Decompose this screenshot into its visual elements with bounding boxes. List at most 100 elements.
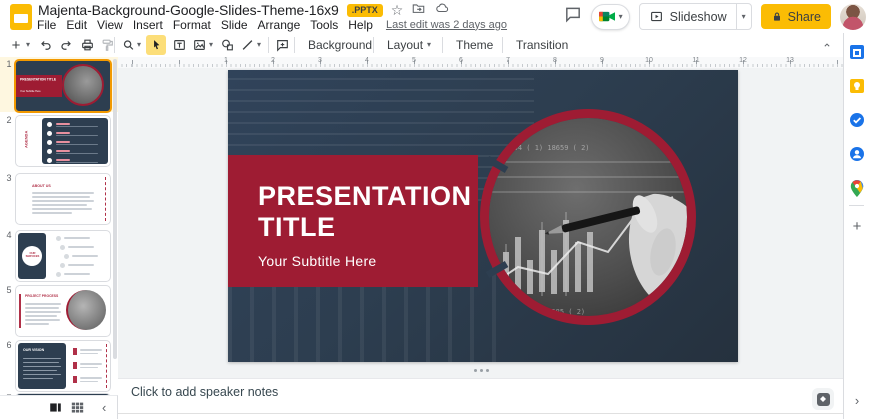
select-tool-button[interactable] xyxy=(146,35,166,55)
collapse-filmstrip-icon[interactable]: ‹ xyxy=(102,401,106,414)
slide-thumbnail-row-2[interactable]: 2 AGENDA xyxy=(0,113,118,168)
slideshow-button[interactable]: Slideshow ▾ xyxy=(639,3,752,30)
explore-button[interactable] xyxy=(812,388,834,410)
print-button[interactable] xyxy=(78,33,96,57)
undo-button[interactable] xyxy=(36,33,54,57)
filmstrip-bottom-bar: ‹ xyxy=(0,395,118,419)
slide-number: 6 xyxy=(3,340,15,350)
share-label: Share xyxy=(788,10,821,24)
transition-label: Transition xyxy=(516,38,568,52)
slide-6-thumbnail[interactable]: OUR VISION xyxy=(15,340,111,392)
slideshow-caret-icon: ▾ xyxy=(742,13,746,21)
slide-circle-image[interactable]: 18594 ( 1) 18659 ( 2) 18585 ( 2) xyxy=(473,102,703,332)
new-slide-caret-icon: ▾ xyxy=(26,41,30,49)
menu-file[interactable]: File xyxy=(32,18,61,32)
contacts-icon[interactable] xyxy=(848,145,866,163)
menu-help[interactable]: Help xyxy=(343,18,378,32)
image-caret-dropdown[interactable]: ▾ xyxy=(206,33,216,57)
google-slides-app: Majenta-Background-Google-Slides-Theme-1… xyxy=(0,0,870,419)
slide-thumbnail-row-6[interactable]: 6 OUR VISION xyxy=(0,338,118,393)
grid-view-button[interactable] xyxy=(70,401,85,419)
text-box-button[interactable] xyxy=(170,33,188,57)
redo-button[interactable] xyxy=(57,33,75,57)
keep-icon[interactable] xyxy=(848,77,866,95)
theme-button[interactable]: Theme xyxy=(448,33,501,57)
slide-3-thumbnail[interactable]: ABOUT US xyxy=(15,173,111,225)
slide-editor[interactable]: 18594 ( 1) 18659 ( 2) 18585 ( 2) xyxy=(228,70,738,362)
slideshow-play-icon xyxy=(649,10,664,23)
slide-thumbnail-row-5[interactable]: 5 PROJECT PROCESS xyxy=(0,283,118,338)
filmstrip-view-button[interactable] xyxy=(48,401,63,419)
slide-subtitle-text[interactable]: Your Subtitle Here xyxy=(258,253,377,269)
hide-side-panel-button[interactable]: › xyxy=(848,391,866,409)
layout-button[interactable]: Layout ▾ xyxy=(379,33,439,57)
slide-number: 5 xyxy=(3,285,15,295)
plus-icon: + xyxy=(12,37,21,54)
line-caret-dropdown[interactable]: ▾ xyxy=(254,33,264,57)
menu-slide[interactable]: Slide xyxy=(216,18,253,32)
header-bar: Majenta-Background-Google-Slides-Theme-1… xyxy=(0,0,870,33)
thumb-title: ABOUT US xyxy=(32,184,51,188)
thumb-accent-bar xyxy=(19,294,21,328)
transition-button[interactable]: Transition xyxy=(508,33,576,57)
menu-view[interactable]: View xyxy=(92,18,128,32)
menu-edit[interactable]: Edit xyxy=(61,18,92,32)
menu-tools[interactable]: Tools xyxy=(305,18,343,32)
layout-caret-icon: ▾ xyxy=(427,41,431,49)
thumb-title: OUR VISION xyxy=(23,348,44,352)
star-icon[interactable]: ☆ xyxy=(391,3,404,17)
ruler-number: 8 xyxy=(553,57,557,64)
account-avatar[interactable] xyxy=(840,4,866,30)
slide-thumbnail-row-1[interactable]: 1 PRESENTATION TITLE Your Subtitle Here xyxy=(0,57,118,112)
notes-resize-handle[interactable] xyxy=(474,369,489,372)
speaker-notes-placeholder[interactable]: Click to add speaker notes xyxy=(131,385,278,399)
line-caret-icon: ▾ xyxy=(257,41,261,49)
hide-menus-button[interactable] xyxy=(818,33,836,57)
thumb-dashed-accent xyxy=(105,177,106,221)
chevron-right-icon: › xyxy=(855,394,859,407)
ruler-number: 3 xyxy=(318,57,322,64)
last-edit-link[interactable]: Last edit was 2 days ago xyxy=(386,19,507,31)
new-slide-dropdown[interactable]: ▾ xyxy=(23,33,33,57)
meet-button[interactable]: ▾ xyxy=(591,4,630,30)
comment-history-icon[interactable] xyxy=(564,5,582,28)
menu-insert[interactable]: Insert xyxy=(128,18,168,32)
share-button[interactable]: Share xyxy=(761,4,831,29)
get-addons-button[interactable]: + xyxy=(848,217,866,235)
thumb-panel: OUR VISION xyxy=(18,343,66,389)
slide-title-text[interactable]: PRESENTATION TITLE xyxy=(258,181,488,244)
notes-divider xyxy=(118,413,843,414)
maps-icon[interactable] xyxy=(848,179,866,197)
insert-shape-button[interactable] xyxy=(218,33,236,57)
slide-1-thumbnail[interactable]: PRESENTATION TITLE Your Subtitle Here xyxy=(14,59,112,113)
toolbar-divider xyxy=(373,37,374,53)
tasks-icon[interactable] xyxy=(848,111,866,129)
new-slide-button[interactable]: + xyxy=(8,33,24,57)
slideshow-main[interactable]: Slideshow xyxy=(640,4,736,29)
slide-4-thumbnail[interactable]: OUR SERVICES xyxy=(15,230,111,282)
ruler-number: 13 xyxy=(786,57,794,64)
explore-icon xyxy=(817,393,830,406)
slides-logo-icon[interactable] xyxy=(10,4,32,30)
document-title[interactable]: Majenta-Background-Google-Slides-Theme-1… xyxy=(38,2,339,18)
ruler-number: 2 xyxy=(271,57,275,64)
background-button[interactable]: Background xyxy=(300,33,380,57)
calendar-icon[interactable] xyxy=(848,43,866,61)
toolbar-divider xyxy=(442,37,443,53)
toolbar-divider xyxy=(294,37,295,53)
side-panel: + › xyxy=(843,33,870,419)
slideshow-dropdown[interactable]: ▾ xyxy=(736,4,751,29)
title-banner[interactable]: PRESENTATION TITLE Your Subtitle Here xyxy=(228,155,478,287)
zoom-dropdown[interactable]: ▾ xyxy=(134,33,144,57)
ruler-number: 11 xyxy=(692,57,699,64)
slide-2-thumbnail[interactable]: AGENDA xyxy=(15,115,111,167)
thumb-banner: PRESENTATION TITLE Your Subtitle Here xyxy=(16,75,62,97)
slide-thumbnail-row-4[interactable]: 4 OUR SERVICES xyxy=(0,228,118,283)
ruler-number: 1 xyxy=(224,57,228,64)
menu-arrange[interactable]: Arrange xyxy=(253,18,306,32)
filmstrip-scrollbar[interactable] xyxy=(113,59,117,359)
slide-5-thumbnail[interactable]: PROJECT PROCESS xyxy=(15,285,111,337)
menu-format[interactable]: Format xyxy=(168,18,216,32)
slide-thumbnail-row-3[interactable]: 3 ABOUT US xyxy=(0,171,118,226)
insert-comment-button[interactable] xyxy=(273,33,291,57)
